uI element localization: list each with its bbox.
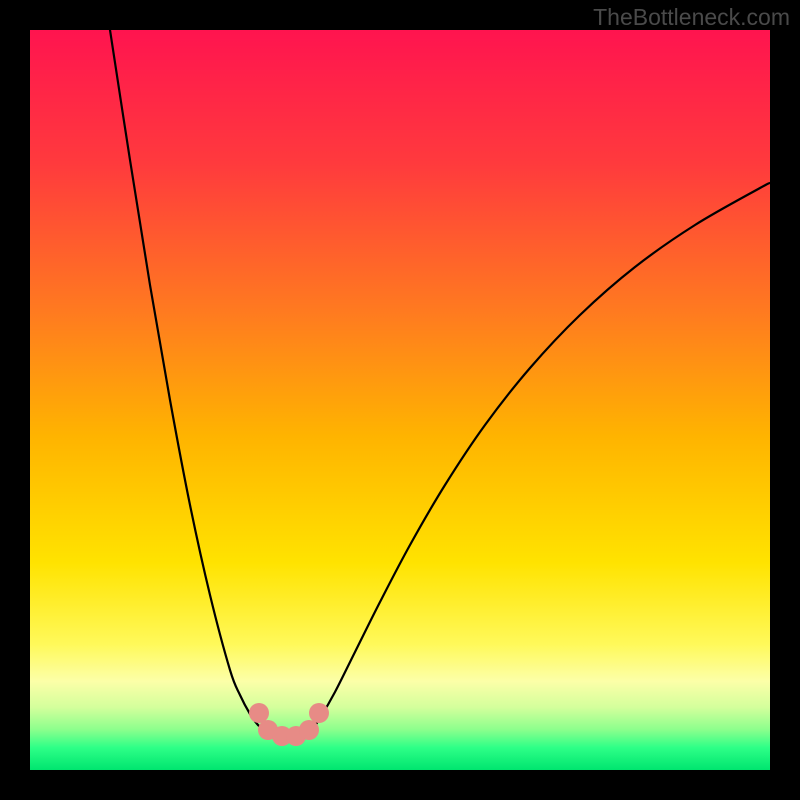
chart-svg [30,30,770,770]
floor-marker [299,720,319,740]
watermark-label: TheBottleneck.com [593,4,790,31]
floor-marker [249,703,269,723]
plot-area [30,30,770,770]
chart-frame: TheBottleneck.com [0,0,800,800]
floor-marker [309,703,329,723]
gradient-background [30,30,770,770]
